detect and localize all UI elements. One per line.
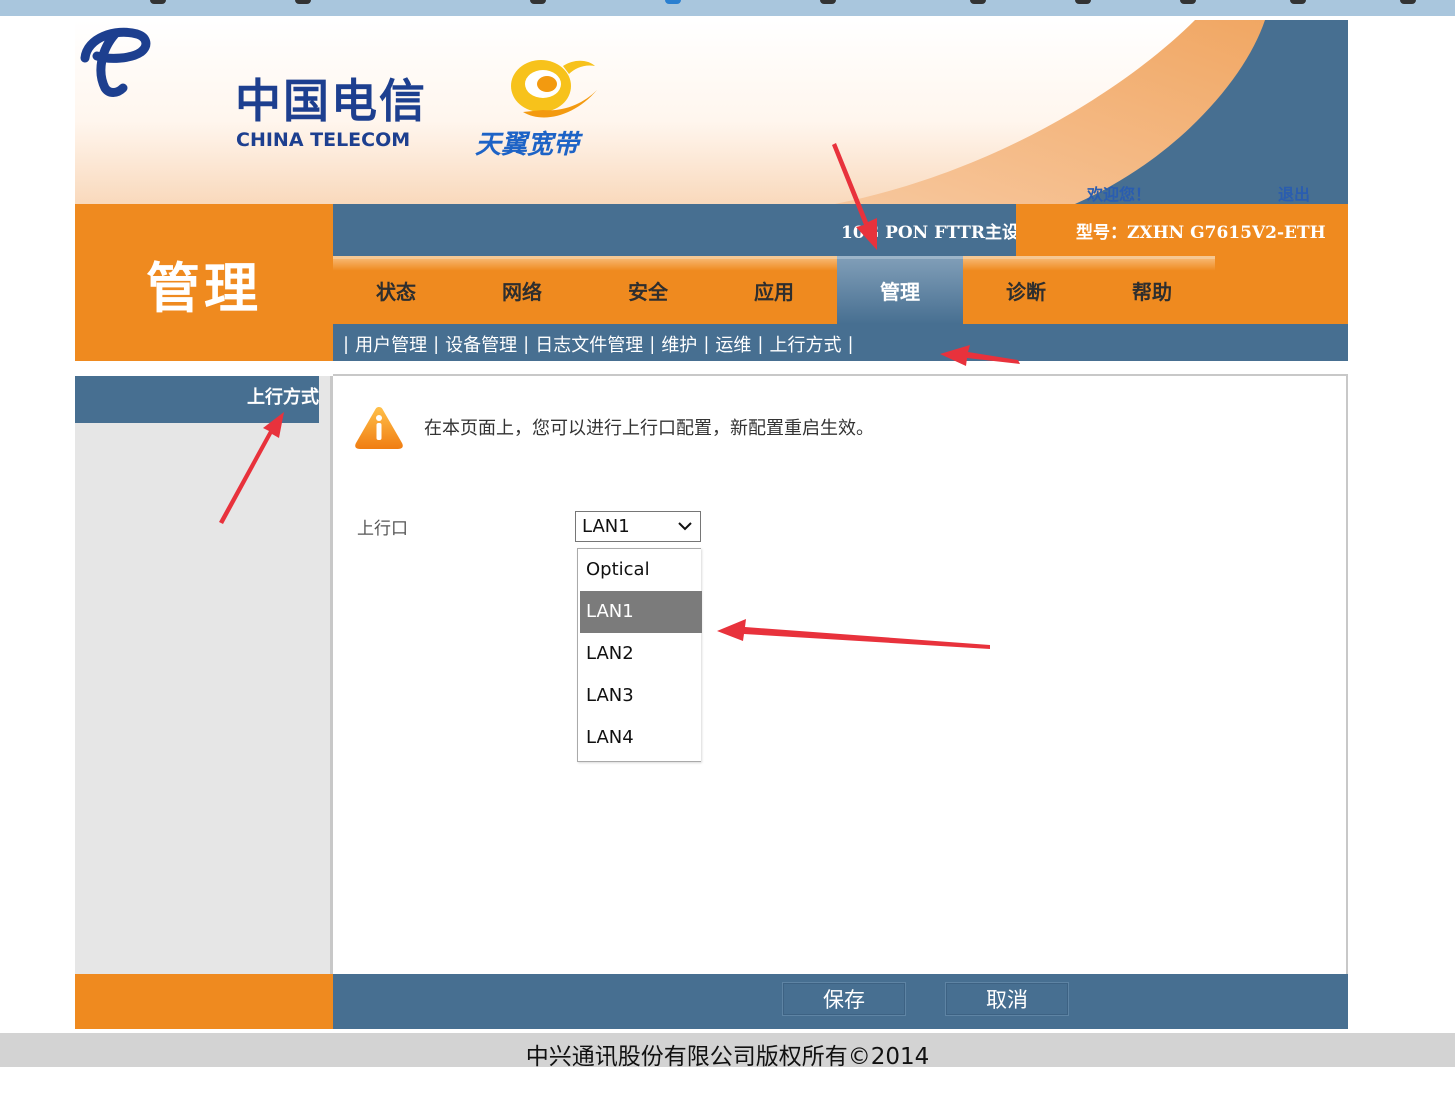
tab-status[interactable]: 状态 <box>333 256 459 324</box>
sidebar-item-label: 上行方式 <box>247 387 319 408</box>
copyright-text: 中兴通讯股份有限公司版权所有©2014 <box>525 1044 930 1070</box>
sub-nav-separator: | <box>703 333 710 355</box>
toolbar-mark <box>1075 0 1091 4</box>
content-panel: 在本页面上，您可以进行上行口配置，新配置重启生效。 上行口 LAN1 Optic… <box>333 376 1348 974</box>
toolbar-mark <box>820 0 836 4</box>
subnav-item-device-management[interactable]: 设备管理 <box>445 331 517 357</box>
uplink-dropdown-list: Optical LAN1 LAN2 LAN3 LAN4 <box>577 548 702 762</box>
footer-left <box>75 974 333 1029</box>
tab-network[interactable]: 网络 <box>459 256 585 324</box>
toolbar-mark <box>530 0 546 4</box>
sub-nav: | 用户管理 | 设备管理 | 日志文件管理 | 维护 | 运维 | 上行方式 … <box>333 324 1348 361</box>
china-telecom-logo-icon <box>80 27 151 97</box>
subnav-item-uplink-mode[interactable]: 上行方式 <box>769 331 841 357</box>
uplink-option-lan3[interactable]: LAN3 <box>580 675 702 717</box>
sub-brand-name: 天翼宽带 <box>475 130 580 160</box>
tab-security[interactable]: 安全 <box>585 256 711 324</box>
uplink-select-value: LAN1 <box>582 516 630 537</box>
header-banner: 中国电信 CHINA TELECOM 天翼宽带 欢迎您！ 退出 <box>75 20 1348 204</box>
sub-nav-separator: | <box>847 333 854 355</box>
brand-name-en: CHINA TELECOM <box>236 129 411 151</box>
toolbar-mark <box>1180 0 1196 4</box>
copyright-bar: 中兴通讯股份有限公司版权所有©2014 <box>0 1033 1455 1070</box>
cancel-button[interactable]: 取消 <box>945 982 1069 1016</box>
sub-nav-separator: | <box>649 333 656 355</box>
toolbar-mark <box>1290 0 1306 4</box>
footer-actions: 保存 取消 <box>333 974 1348 1029</box>
sidebar-item-uplink-mode[interactable]: 上行方式 <box>75 376 319 423</box>
sub-nav-separator: | <box>757 333 764 355</box>
toolbar-mark <box>665 0 681 4</box>
uplink-select[interactable]: LAN1 <box>575 511 701 542</box>
tab-management[interactable]: 管理 <box>837 256 963 324</box>
sub-nav-separator: | <box>433 333 440 355</box>
brand-name-cn: 中国电信 <box>235 74 427 128</box>
uplink-option-lan2[interactable]: LAN2 <box>580 633 702 675</box>
save-button[interactable]: 保存 <box>782 982 906 1016</box>
left-spacer <box>75 361 333 376</box>
subnav-item-maintenance[interactable]: 维护 <box>661 331 697 357</box>
uplink-option-optical[interactable]: Optical <box>580 549 702 591</box>
uplink-label: 上行口 <box>357 519 408 539</box>
toolbar-mark <box>150 0 166 4</box>
tianyi-logo-icon <box>511 60 597 118</box>
toolbar-mark <box>970 0 986 4</box>
info-text: 在本页面上，您可以进行上行口配置，新配置重启生效。 <box>424 418 874 439</box>
sub-nav-separator: | <box>343 333 350 355</box>
uplink-option-lan4[interactable]: LAN4 <box>580 717 702 759</box>
model-box: 型号：ZXHN G7615V2-ETH <box>1016 204 1348 256</box>
device-header: 10G PON FTTR主设备 型号：ZXHN G7615V2-ETH <box>333 204 1348 256</box>
sub-nav-items: | 用户管理 | 设备管理 | 日志文件管理 | 维护 | 运维 | 上行方式 … <box>337 331 860 357</box>
device-model: 型号：ZXHN G7615V2-ETH <box>1076 223 1326 243</box>
warning-triangle-icon <box>355 407 403 449</box>
tab-application[interactable]: 应用 <box>711 256 837 324</box>
device-name: 10G PON FTTR主设备 <box>841 223 1037 243</box>
subnav-item-user-management[interactable]: 用户管理 <box>355 331 427 357</box>
tab-help[interactable]: 帮助 <box>1089 256 1215 324</box>
section-title: 管理 <box>146 256 262 320</box>
nav-filler <box>1215 256 1348 324</box>
subnav-item-operations[interactable]: 运维 <box>715 331 751 357</box>
subnav-item-log-file-management[interactable]: 日志文件管理 <box>535 331 643 357</box>
sub-nav-separator: | <box>523 333 530 355</box>
toolbar-mark <box>1400 0 1416 4</box>
logout-link[interactable]: 退出 <box>1278 181 1310 204</box>
browser-top-strip <box>0 0 1455 16</box>
uplink-option-lan1[interactable]: LAN1 <box>580 591 702 633</box>
sidebar: 上行方式 <box>75 376 333 974</box>
tab-diagnosis[interactable]: 诊断 <box>963 256 1089 324</box>
main-nav: 状态 网络 安全 应用 管理 诊断 帮助 <box>333 256 1348 324</box>
chevron-down-icon <box>678 522 692 531</box>
welcome-text: 欢迎您！ <box>1087 185 1152 204</box>
subnav-spacer <box>333 361 1348 376</box>
toolbar-mark <box>295 0 311 4</box>
section-panel: 管理 <box>75 204 333 361</box>
